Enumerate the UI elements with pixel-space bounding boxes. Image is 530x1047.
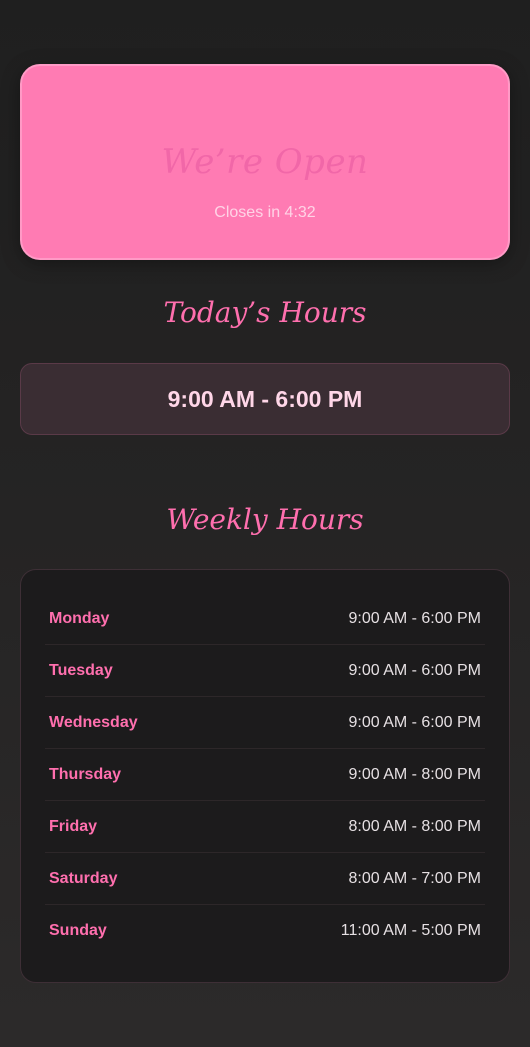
day-label: Tuesday	[49, 661, 113, 679]
weekly-row-thursday: Thursday 9:00 AM - 8:00 PM	[45, 749, 485, 801]
day-label: Thursday	[49, 765, 122, 783]
open-status-card: We’re Open Closes in 4:32	[20, 64, 510, 260]
day-hours: 9:00 AM - 6:00 PM	[348, 609, 481, 627]
day-hours: 11:00 AM - 5:00 PM	[340, 922, 481, 939]
closing-countdown: Closes in 4:32	[214, 204, 316, 221]
weekly-row-sunday: Sunday 11:00 AM - 5:00 PM	[45, 905, 485, 957]
day-label: Friday	[49, 817, 98, 835]
open-status-title: We’re Open	[161, 142, 369, 182]
todays-hours-heading: Today’s Hours	[163, 296, 367, 329]
day-label: Wednesday	[49, 713, 138, 731]
day-label: Monday	[49, 609, 110, 627]
weekly-row-monday: Monday 9:00 AM - 6:00 PM	[45, 593, 485, 645]
day-hours: 8:00 AM - 8:00 PM	[348, 817, 481, 835]
weekly-hours-card: Monday 9:00 AM - 6:00 PM Tuesday 9:00 AM…	[20, 569, 510, 983]
weekly-row-saturday: Saturday 8:00 AM - 7:00 PM	[45, 853, 485, 905]
weekly-row-wednesday: Wednesday 9:00 AM - 6:00 PM	[45, 697, 485, 749]
weekly-hours-list: Monday 9:00 AM - 6:00 PM Tuesday 9:00 AM…	[45, 593, 485, 957]
day-hours: 9:00 AM - 8:00 PM	[348, 765, 481, 783]
day-label: Saturday	[49, 869, 118, 887]
weekly-row-tuesday: Tuesday 9:00 AM - 6:00 PM	[45, 645, 485, 697]
day-hours: 9:00 AM - 6:00 PM	[348, 713, 481, 731]
day-hours: 8:00 AM - 7:00 PM	[348, 869, 481, 887]
weekly-hours-heading: Weekly Hours	[166, 503, 364, 536]
day-label: Sunday	[49, 922, 107, 939]
todays-hours-box: 9:00 AM - 6:00 PM	[20, 363, 510, 435]
weekly-row-friday: Friday 8:00 AM - 8:00 PM	[45, 801, 485, 853]
day-hours: 9:00 AM - 6:00 PM	[348, 661, 481, 679]
todays-hours-value: 9:00 AM - 6:00 PM	[167, 385, 363, 412]
